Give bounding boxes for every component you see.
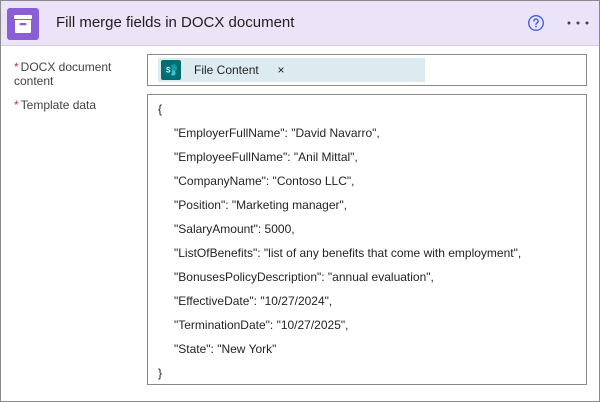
more-ellipsis-icon <box>567 21 589 25</box>
code-line: "EmployeeFullName": "Anil Mittal", <box>174 150 358 164</box>
help-circle-icon <box>528 15 544 31</box>
action-card: Fill merge fields in DOCX document * DOCX… <box>0 0 600 402</box>
docx-content-label: * DOCX document content <box>14 60 139 88</box>
action-title: Fill merge fields in DOCX document <box>56 14 295 31</box>
more-options-button[interactable] <box>565 14 591 32</box>
code-line: } <box>158 366 163 380</box>
code-line: "SalaryAmount": 5000, <box>174 222 295 236</box>
file-content-token-label: File Content <box>194 63 259 77</box>
template-data-textarea[interactable]: { "EmployerFullName": "David Navarro", "… <box>147 94 587 385</box>
code-line: "TerminationDate": "10/27/2025", <box>174 318 349 332</box>
action-header[interactable]: Fill merge fields in DOCX document <box>1 1 599 46</box>
code-line: "EffectiveDate": "10/27/2024", <box>174 294 333 308</box>
template-data-label-text: Template data <box>20 98 97 112</box>
code-line: "BonusesPolicyDescription": "annual eval… <box>174 270 434 284</box>
template-data-label: * Template data <box>14 98 139 112</box>
token-remove-icon[interactable]: × <box>275 63 287 77</box>
required-mark: * <box>14 60 19 74</box>
code-line: "ListOfBenefits": "list of any benefits … <box>174 246 522 260</box>
code-line: "EmployerFullName": "David Navarro", <box>174 126 380 140</box>
archive-box-icon <box>7 8 39 40</box>
code-line: { <box>158 102 163 116</box>
docx-content-input[interactable]: File Content × <box>147 54 587 86</box>
file-content-token[interactable]: File Content × <box>158 58 425 82</box>
code-line: "CompanyName": "Contoso LLC", <box>174 174 355 188</box>
code-line: "Position": "Marketing manager", <box>174 198 348 212</box>
docx-content-label-text: DOCX document content <box>14 60 112 88</box>
required-mark: * <box>14 98 19 112</box>
help-button[interactable] <box>527 14 545 32</box>
sharepoint-icon <box>161 60 181 80</box>
code-line: "State": "New York" <box>174 342 277 356</box>
